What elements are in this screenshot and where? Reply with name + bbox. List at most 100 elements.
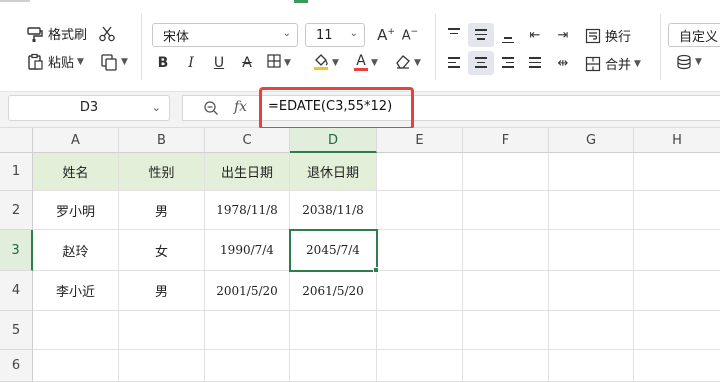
clear-format-button[interactable]: ▼ (388, 51, 428, 75)
empty-cell[interactable] (290, 350, 377, 382)
empty-cell[interactable] (549, 311, 634, 350)
merge-button[interactable]: 合并 ▼ (585, 54, 641, 73)
zoom-search-icon[interactable] (203, 100, 219, 120)
justify-button[interactable] (522, 51, 548, 75)
copy-button[interactable]: ▼ (100, 53, 128, 71)
row-header-4[interactable]: 4 (0, 271, 33, 311)
currency-button[interactable]: ▼ (676, 54, 702, 70)
increase-font-button[interactable]: A+ (373, 23, 399, 47)
row-header-2[interactable]: 2 (0, 191, 33, 230)
italic-button[interactable]: I (178, 51, 204, 75)
row-header-5[interactable]: 5 (0, 311, 33, 350)
empty-cell[interactable] (377, 191, 463, 230)
empty-cell[interactable] (33, 350, 119, 382)
empty-cell[interactable] (549, 153, 634, 191)
column-header-f[interactable]: F (463, 128, 549, 153)
empty-cell[interactable] (549, 350, 634, 382)
format-painter-button[interactable]: 格式刷 (26, 24, 87, 43)
increase-indent-button[interactable]: ⇥ (550, 23, 576, 47)
cut-button[interactable] (98, 25, 116, 43)
fill-color-button[interactable]: ▼ (306, 51, 346, 75)
select-all-corner[interactable] (0, 128, 33, 153)
empty-cell[interactable] (33, 311, 119, 350)
cell-b4[interactable]: 男 (119, 271, 205, 311)
header-cell-gender[interactable]: 性别 (119, 153, 205, 191)
row-header-1[interactable]: 1 (0, 153, 33, 191)
copy-dropdown-icon[interactable]: ▼ (121, 57, 128, 67)
empty-cell[interactable] (634, 230, 720, 271)
header-cell-retire-date[interactable]: 退休日期 (290, 153, 377, 191)
paste-button[interactable]: 粘贴 ▼ (26, 52, 84, 71)
empty-cell[interactable] (377, 153, 463, 191)
decrease-indent-button[interactable]: ⇤ (522, 23, 548, 47)
cell-b2[interactable]: 男 (119, 191, 205, 230)
column-header-g[interactable]: G (549, 128, 634, 153)
empty-cell[interactable] (463, 153, 549, 191)
empty-cell[interactable] (634, 350, 720, 382)
empty-cell[interactable] (377, 311, 463, 350)
empty-cell[interactable] (549, 230, 634, 271)
empty-cell[interactable] (634, 153, 720, 191)
cell-c2[interactable]: 1978/11/8 (205, 191, 290, 230)
empty-cell[interactable] (119, 350, 205, 382)
empty-cell[interactable] (634, 271, 720, 311)
distribute-button[interactable]: ⇹ (550, 51, 576, 75)
column-header-a[interactable]: A (33, 128, 119, 153)
header-cell-birth-date[interactable]: 出生日期 (205, 153, 290, 191)
align-middle-button[interactable] (468, 23, 494, 47)
row-header-3[interactable]: 3 (0, 230, 33, 271)
empty-cell[interactable] (463, 230, 549, 271)
borders-button[interactable]: ▼ (262, 51, 296, 75)
align-right-button[interactable] (495, 51, 521, 75)
cell-d2[interactable]: 2038/11/8 (290, 191, 377, 230)
row-header-6[interactable]: 6 (0, 350, 33, 382)
chevron-down-icon[interactable]: ⌄ (152, 96, 161, 120)
empty-cell[interactable] (205, 311, 290, 350)
empty-cell[interactable] (377, 230, 463, 271)
empty-cell[interactable] (634, 191, 720, 230)
align-top-button[interactable] (441, 23, 467, 47)
cell-d4[interactable]: 2061/5/20 (290, 271, 377, 311)
empty-cell[interactable] (377, 271, 463, 311)
cell-a3[interactable]: 赵玲 (33, 230, 119, 271)
header-cell-name[interactable]: 姓名 (33, 153, 119, 191)
empty-cell[interactable] (377, 350, 463, 382)
fill-handle[interactable] (373, 267, 379, 273)
number-format-select[interactable]: 自定义 (668, 23, 720, 47)
cell-c3[interactable]: 1990/7/4 (205, 230, 290, 271)
bold-button[interactable]: B (150, 51, 176, 75)
paste-dropdown-icon[interactable]: ▼ (77, 57, 84, 67)
align-center-button[interactable] (468, 51, 494, 75)
empty-cell[interactable] (463, 311, 549, 350)
currency-dropdown-icon[interactable]: ▼ (695, 57, 702, 67)
font-color-button[interactable]: A ▼ (348, 51, 384, 75)
cell-b3[interactable]: 女 (119, 230, 205, 271)
font-size-select[interactable]: 11 ⌄ (305, 23, 365, 47)
underline-button[interactable]: U (206, 51, 232, 75)
name-box[interactable]: D3 ⌄ (8, 95, 170, 121)
empty-cell[interactable] (119, 311, 205, 350)
empty-cell[interactable] (634, 311, 720, 350)
merge-dropdown-icon[interactable]: ▼ (634, 59, 641, 69)
align-bottom-button[interactable] (495, 23, 521, 47)
column-header-e[interactable]: E (377, 128, 463, 153)
column-header-d[interactable]: D (290, 128, 377, 153)
strikethrough-button[interactable]: A (234, 51, 260, 75)
empty-cell[interactable] (549, 191, 634, 230)
cell-a4[interactable]: 李小近 (33, 271, 119, 311)
empty-cell[interactable] (463, 191, 549, 230)
wrap-text-button[interactable]: 换行 (585, 26, 631, 45)
empty-cell[interactable] (463, 271, 549, 311)
column-header-b[interactable]: B (119, 128, 205, 153)
decrease-font-button[interactable]: A− (397, 23, 423, 47)
empty-cell[interactable] (290, 311, 377, 350)
font-name-select[interactable]: 宋体 ⌄ (152, 23, 298, 47)
align-left-button[interactable] (441, 51, 467, 75)
cell-a2[interactable]: 罗小明 (33, 191, 119, 230)
empty-cell[interactable] (463, 350, 549, 382)
empty-cell[interactable] (205, 350, 290, 382)
cell-c4[interactable]: 2001/5/20 (205, 271, 290, 311)
column-header-h[interactable]: H (634, 128, 720, 153)
insert-function-button[interactable]: fx (234, 99, 247, 115)
column-header-c[interactable]: C (205, 128, 290, 153)
